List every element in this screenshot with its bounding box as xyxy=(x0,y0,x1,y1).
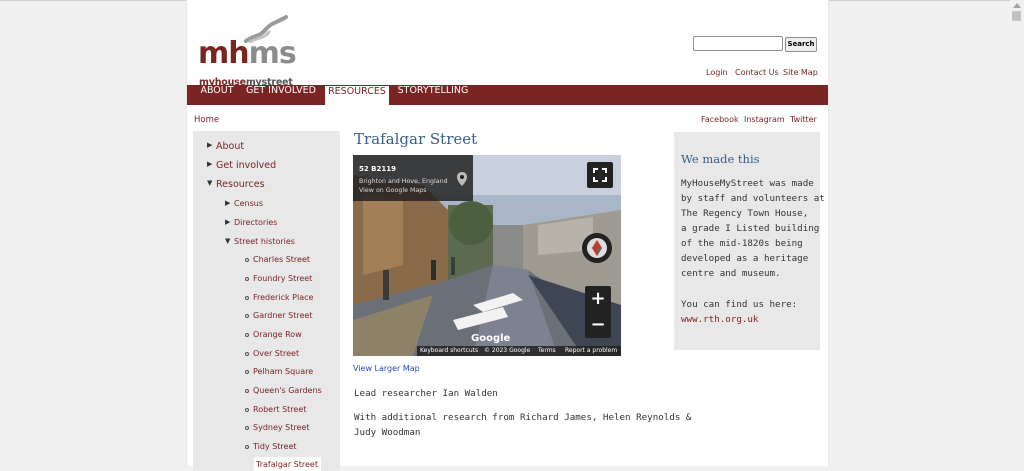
view-on-google-maps-link[interactable]: View on Google Maps xyxy=(359,187,427,194)
sidebar-street-item[interactable]: Sydney Street xyxy=(245,423,309,432)
triangle-down-icon: ▼ xyxy=(225,237,231,245)
map-copyright: © 2023 Google xyxy=(484,347,531,354)
sidebar-street-item[interactable]: Orange Row xyxy=(245,330,302,339)
triangle-right-icon: ▶ xyxy=(225,218,231,226)
compass-icon xyxy=(587,238,607,258)
zoom-controls: + − xyxy=(585,286,611,338)
sidebar-street-item[interactable]: Robert Street xyxy=(245,405,306,414)
instagram-link[interactable]: Instagram xyxy=(744,115,785,124)
panel-title: We made this xyxy=(681,152,760,166)
sidebar-street-item[interactable]: Frederick Place xyxy=(245,293,313,302)
street-view-embed[interactable]: 52 B2119 Brighton and Hove, England View… xyxy=(353,155,621,356)
panel-text-line: by staff and volunteers at xyxy=(681,193,825,204)
map-footer-bar: Keyboard shortcuts © 2023 Google Terms R… xyxy=(417,346,621,356)
circle-bullet-icon xyxy=(245,370,249,374)
nav-storytelling[interactable]: STORYTELLING xyxy=(394,85,472,105)
sidebar-street-item[interactable]: Pelham Square xyxy=(245,367,313,376)
circle-bullet-icon xyxy=(245,389,249,393)
panel-text-line: of the mid-1820s being xyxy=(681,238,803,249)
zoom-in-button[interactable]: + xyxy=(585,286,611,312)
triangle-right-icon: ▶ xyxy=(225,199,231,207)
sidebar-item-census[interactable]: ▶ Census xyxy=(225,199,263,208)
sidebar-street-item[interactable]: Queen's Gardens xyxy=(245,386,322,395)
panel-text-line: developed as a heritage xyxy=(681,253,809,264)
about-panel: We made this MyHouseMyStreet was made by… xyxy=(674,132,825,350)
panel-text-line: MyHouseMyStreet was made xyxy=(681,178,814,189)
fullscreen-icon xyxy=(593,168,607,182)
circle-bullet-icon xyxy=(245,296,249,300)
circle-bullet-icon xyxy=(245,445,249,449)
circle-bullet-icon xyxy=(245,408,249,412)
scrollbar-thumb[interactable] xyxy=(1012,11,1021,21)
circle-bullet-icon xyxy=(245,352,249,356)
sidebar-street-item[interactable]: Charles Street xyxy=(245,255,310,264)
report-problem-link[interactable]: Report a problem xyxy=(565,346,617,356)
scroll-up-arrow-icon[interactable] xyxy=(1013,3,1021,8)
nav-about[interactable]: ABOUT xyxy=(196,85,238,105)
sidebar-item-resources[interactable]: ▼ Resources xyxy=(207,179,265,190)
view-larger-map-link[interactable]: View Larger Map xyxy=(353,364,420,373)
panel-text-line: a grade I Listed building xyxy=(681,223,820,234)
panel-text-line: centre and museum. xyxy=(681,268,781,279)
sidebar-street-item-current[interactable]: Trafalgar Street xyxy=(256,460,318,469)
site-map-link[interactable]: Site Map xyxy=(783,68,818,77)
zoom-out-button[interactable]: − xyxy=(585,312,611,338)
main-nav: ABOUT GET INVOLVED RESOURCES STORYTELLIN… xyxy=(187,85,828,105)
logo-wordmark: mhms xyxy=(198,36,297,71)
contact-us-link[interactable]: Contact Us xyxy=(735,68,779,77)
circle-bullet-icon xyxy=(245,258,249,262)
compass-control[interactable] xyxy=(582,233,612,263)
rth-website-link[interactable]: www.rth.org.uk xyxy=(681,314,758,325)
triangle-right-icon: ▶ xyxy=(207,141,213,149)
lead-researcher-text: Lead researcher Ian Walden xyxy=(354,388,498,399)
triangle-right-icon: ▶ xyxy=(207,160,213,168)
facebook-link[interactable]: Facebook xyxy=(701,115,739,124)
google-logo: Google xyxy=(471,333,511,344)
sidebar-street-item[interactable]: Tidy Street xyxy=(245,442,297,451)
circle-bullet-icon xyxy=(245,333,249,337)
page-container: mhms myhousemystreet Search Login Contac… xyxy=(186,0,829,471)
page-scrollbar[interactable] xyxy=(1010,0,1024,466)
sidebar-item-directories[interactable]: ▶ Directories xyxy=(225,218,277,227)
breadcrumb[interactable]: Home xyxy=(194,115,219,125)
circle-bullet-icon xyxy=(245,426,249,430)
triangle-down-icon: ▼ xyxy=(207,179,213,187)
circle-bullet-icon xyxy=(245,314,249,318)
panel-find-us-text: You can find us here: xyxy=(681,299,798,310)
sidebar-item-street-histories[interactable]: ▼ Street histories xyxy=(225,237,295,246)
sidebar-nav: ▶ About ▶ Get involved ▼ Resources ▶ Census … xyxy=(193,131,340,471)
map-place-label: Brighton and Hove, England xyxy=(359,178,448,185)
page-title: Trafalgar Street xyxy=(354,130,478,148)
sidebar-street-item[interactable]: Foundry Street xyxy=(245,274,312,283)
terms-link[interactable]: Terms xyxy=(538,346,556,356)
map-road-label: 52 B2119 xyxy=(359,165,396,173)
circle-bullet-icon xyxy=(245,277,249,281)
nav-resources[interactable]: RESOURCES xyxy=(324,85,390,105)
nav-get-involved[interactable]: GET INVOLVED xyxy=(241,85,321,105)
sidebar-item-get-involved[interactable]: ▶ Get involved xyxy=(207,160,276,171)
twitter-link[interactable]: Twitter xyxy=(790,115,817,124)
additional-research-text: With additional research from Richard Ja… xyxy=(354,412,692,423)
fullscreen-button[interactable] xyxy=(587,162,613,188)
sidebar-item-about[interactable]: ▶ About xyxy=(207,141,244,152)
keyboard-shortcuts-link[interactable]: Keyboard shortcuts xyxy=(420,346,478,356)
map-info-panel: 52 B2119 Brighton and Hove, England View… xyxy=(353,155,473,201)
search-button[interactable]: Search xyxy=(785,37,817,52)
sidebar-street-item[interactable]: Gardner Street xyxy=(245,311,312,320)
additional-research-text-2: Judy Woodman xyxy=(354,427,421,438)
search-input[interactable] xyxy=(693,36,783,51)
panel-text-line: The Regency Town House, xyxy=(681,208,809,219)
site-logo[interactable]: mhms myhousemystreet xyxy=(198,15,308,88)
map-pin-icon[interactable] xyxy=(457,172,467,186)
sidebar-street-item[interactable]: Over Street xyxy=(245,349,299,358)
login-link[interactable]: Login xyxy=(706,68,728,77)
